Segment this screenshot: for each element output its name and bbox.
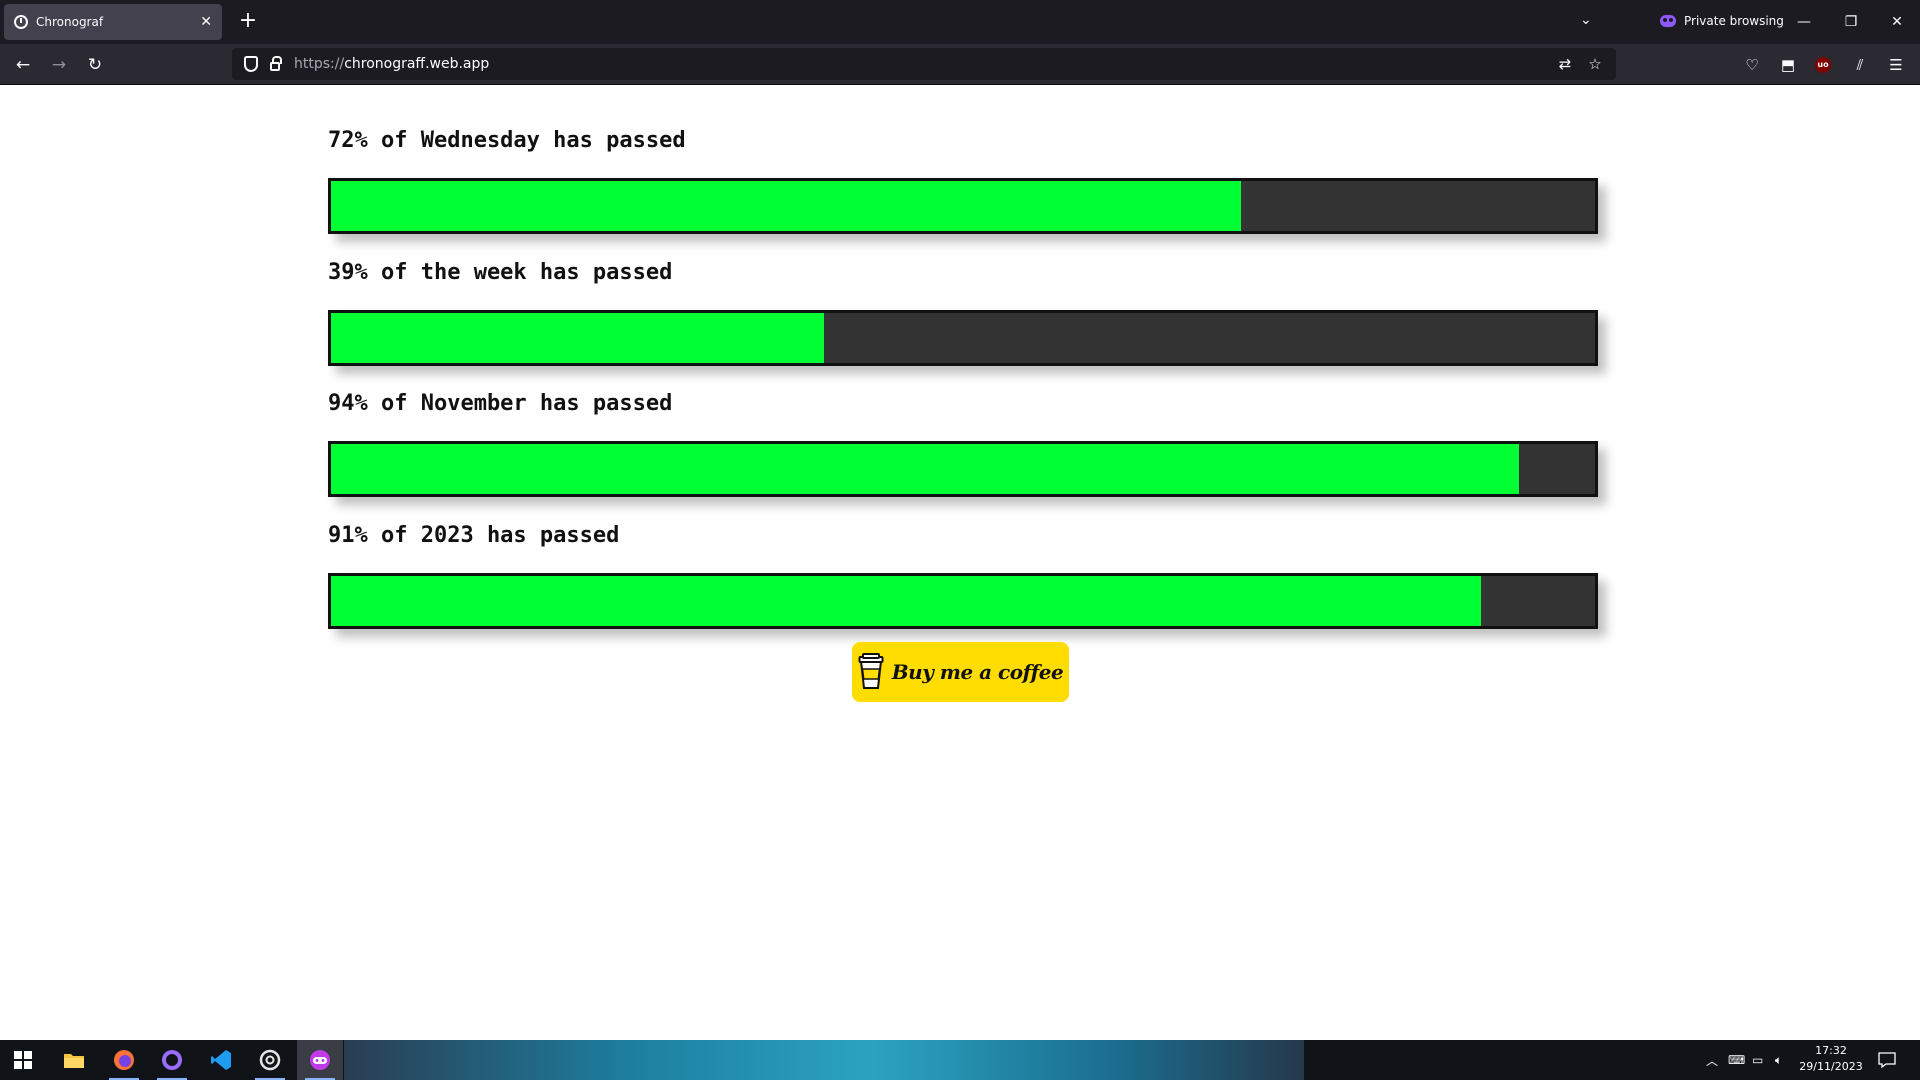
progress-label-day: 72% of Wednesday has passed <box>328 128 686 153</box>
progress-label-year: 91% of 2023 has passed <box>328 523 620 548</box>
progress-label-month: 94% of November has passed <box>328 391 673 416</box>
github-desktop-icon[interactable] <box>149 1040 195 1080</box>
progress-fill-week <box>331 313 824 363</box>
input-indicator-icon[interactable]: ⌨ <box>1728 1040 1745 1080</box>
progress-item-week: 39% of the week has passed <box>328 258 1598 366</box>
minimize-button[interactable]: — <box>1789 10 1819 34</box>
restore-button[interactable]: ❐ <box>1836 10 1866 34</box>
address-bar[interactable]: https://chronograff.web.app ⇄ ☆ <box>232 48 1616 80</box>
progress-bar-year <box>328 573 1598 629</box>
chatgpt-icon[interactable] <box>247 1040 293 1080</box>
back-button[interactable]: ← <box>10 52 36 78</box>
show-hidden-icons-icon[interactable]: ︿ <box>1706 1040 1718 1080</box>
extensions-icon[interactable]: ⬒ <box>1777 55 1799 75</box>
chronograf-favicon-icon <box>14 15 28 29</box>
tab-close-icon[interactable]: ✕ <box>200 14 212 30</box>
progress-item-year: 91% of 2023 has passed <box>328 521 1598 629</box>
private-browsing-icon <box>1660 15 1676 27</box>
library-icon[interactable]: ⫽ <box>1849 55 1871 75</box>
progress-item-month: 94% of November has passed <box>328 389 1598 497</box>
clock-date: 29/11/2023 <box>1799 1060 1863 1073</box>
progress-item-day: 72% of Wednesday has passed <box>328 126 1598 234</box>
new-tab-button[interactable]: + <box>236 10 260 34</box>
buy-me-a-coffee-button[interactable]: Buy me a coffee <box>852 642 1069 702</box>
translate-icon[interactable]: ⇄ <box>1556 55 1574 73</box>
app-menu-icon[interactable]: ☰ <box>1885 55 1907 75</box>
site-lock-icon[interactable] <box>270 56 282 71</box>
pocket-icon[interactable]: ♡ <box>1741 55 1763 75</box>
page-content: 72% of Wednesday has passed 39% of the w… <box>0 86 1920 1040</box>
private-browsing-indicator: Private browsing <box>1660 14 1784 28</box>
vscode-icon[interactable] <box>198 1040 244 1080</box>
bookmark-star-icon[interactable]: ☆ <box>1586 55 1604 73</box>
network-icon[interactable]: ▭ <box>1752 1040 1763 1080</box>
clock-time: 17:32 <box>1815 1044 1847 1057</box>
notification-center-icon[interactable] <box>1878 1040 1896 1080</box>
tracking-protection-shield-icon[interactable] <box>244 56 258 72</box>
progress-fill-day <box>331 181 1242 231</box>
url-host: chronograff.web.app <box>344 56 490 72</box>
url-scheme: https:// <box>294 56 345 72</box>
url-field[interactable]: https://chronograff.web.app <box>294 56 1556 72</box>
close-window-button[interactable]: ✕ <box>1882 10 1912 34</box>
progress-fill-month <box>331 444 1520 494</box>
progress-bar-week <box>328 310 1598 366</box>
tab-title: Chronograf <box>36 15 104 29</box>
tab-strip: Chronograf ✕ + ⌄ Private browsing — ❐ ✕ <box>0 0 1920 44</box>
firefox-private-icon[interactable] <box>297 1040 343 1080</box>
buy-me-a-coffee-label: Buy me a coffee <box>891 660 1064 684</box>
reload-button[interactable]: ↻ <box>82 52 108 78</box>
list-all-tabs-icon[interactable]: ⌄ <box>1580 12 1592 28</box>
private-browsing-label: Private browsing <box>1684 14 1784 28</box>
ublock-origin-icon[interactable]: uo <box>1815 57 1831 73</box>
windows-start-icon[interactable] <box>0 1040 46 1080</box>
progress-bar-day <box>328 178 1598 234</box>
navigation-toolbar: ← → ↻ https://chronograff.web.app ⇄ ☆ ♡ … <box>0 44 1920 85</box>
file-explorer-icon[interactable] <box>51 1040 97 1080</box>
desktop-wallpaper-strip <box>344 1040 1304 1080</box>
tab-chronograf[interactable]: Chronograf ✕ <box>4 4 222 40</box>
progress-bar-month <box>328 441 1598 497</box>
forward-button[interactable]: → <box>46 52 72 78</box>
firefox-icon[interactable] <box>101 1040 147 1080</box>
coffee-cup-icon <box>858 653 884 689</box>
system-clock[interactable]: 17:32 29/11/2023 <box>1790 1043 1872 1075</box>
volume-icon[interactable]: 🔈︎ <box>1775 1040 1782 1080</box>
windows-taskbar: ︿ ⌨ ▭ 🔈︎ 17:32 29/11/2023 <box>0 1040 1920 1080</box>
progress-fill-year <box>331 576 1482 626</box>
progress-label-week: 39% of the week has passed <box>328 260 673 285</box>
